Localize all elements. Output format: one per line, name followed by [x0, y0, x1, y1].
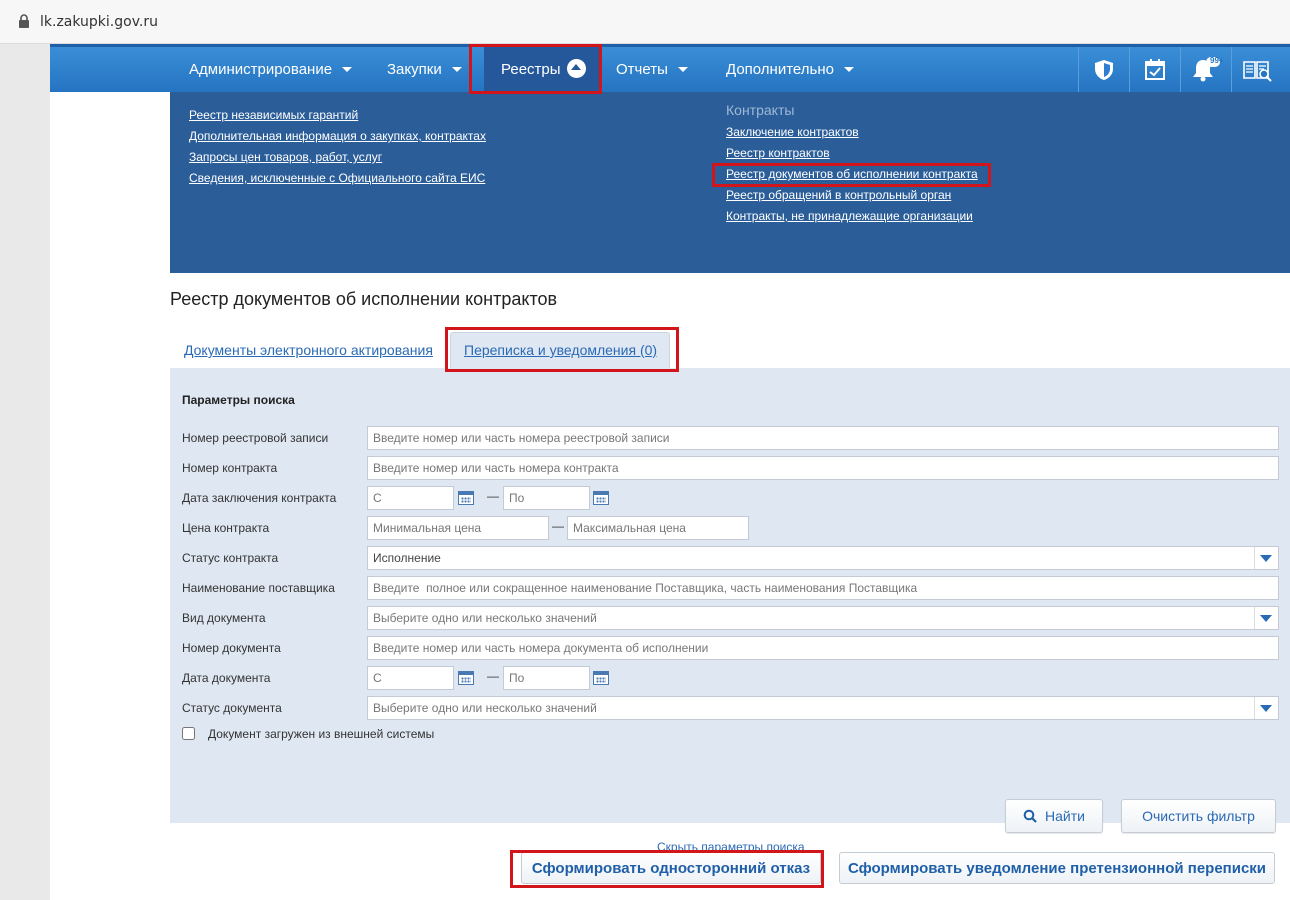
search-panel: Параметры поиска Номер реестровой записи… — [170, 368, 1290, 877]
nav-reports[interactable]: Отчеты — [616, 47, 688, 92]
nav-registries[interactable]: Реестры — [484, 47, 600, 92]
registries-dropdown: Реестр независимых гарантий Дополнительн… — [170, 92, 1290, 273]
search-panel-title: Параметры поиска — [182, 393, 295, 407]
caret-down-icon — [342, 67, 353, 72]
doc-date-label: Дата документа — [182, 671, 271, 685]
page-title: Реестр документов об исполнении контракт… — [170, 289, 558, 309]
find-button[interactable]: Найти — [1005, 799, 1103, 833]
book-search-icon — [1242, 60, 1272, 82]
nav-label: Дополнительно — [726, 61, 834, 78]
calendar-icon[interactable] — [593, 491, 609, 505]
notifications-button[interactable]: 99+ — [1180, 47, 1230, 92]
unilateral-refusal-button[interactable]: Сформировать односторонний отказ — [521, 852, 821, 884]
contract-price-label: Цена контракта — [182, 521, 270, 535]
link-excluded-info[interactable]: Сведения, исключенные с Официального сай… — [189, 171, 485, 185]
contract-date-label: Дата заключения контракта — [182, 491, 337, 505]
range-dash: — — [487, 669, 499, 683]
clear-filter-button[interactable]: Очистить фильтр — [1121, 799, 1276, 833]
clear-filter-label: Очистить фильтр — [1142, 808, 1255, 824]
claim-notification-label: Сформировать уведомление претензионной п… — [847, 859, 1267, 877]
contract-status-value: Исполнение — [373, 551, 441, 565]
min-price-input[interactable] — [367, 516, 549, 540]
caret-down-icon — [451, 67, 462, 72]
nav-label: Закупки — [387, 61, 442, 78]
doc-date-to-input[interactable] — [503, 666, 590, 690]
chevron-up-circle-icon — [566, 59, 586, 78]
link-conclusion-contracts[interactable]: Заключение контрактов — [726, 125, 859, 139]
caret-down-icon — [677, 67, 688, 72]
browser-address-bar[interactable]: lk.zakupki.gov.ru — [0, 0, 1290, 44]
unilateral-refusal-label: Сформировать односторонний отказ — [531, 859, 811, 877]
chevron-down-icon[interactable] — [1254, 607, 1276, 629]
nav-label: Администрирование — [189, 61, 333, 78]
contract-date-to-input[interactable] — [503, 486, 590, 510]
nav-purchases[interactable]: Закупки — [387, 47, 462, 92]
calendar-icon[interactable] — [593, 671, 609, 685]
chevron-down-icon[interactable] — [1254, 547, 1276, 569]
tab-correspondence[interactable]: Переписка и уведомления (0) — [464, 342, 657, 358]
max-price-input[interactable] — [567, 516, 749, 540]
shield-button[interactable] — [1078, 47, 1128, 92]
link-independent-guarantees[interactable]: Реестр независимых гарантий — [189, 108, 358, 122]
range-dash: — — [487, 489, 499, 503]
contracts-heading: Контракты — [726, 102, 795, 118]
caret-down-icon — [843, 67, 854, 72]
supplier-name-input[interactable] — [367, 576, 1279, 600]
find-button-label: Найти — [1045, 808, 1085, 824]
link-appeals-registry[interactable]: Реестр обращений в контрольный орган — [726, 188, 951, 202]
contract-date-from-input[interactable] — [367, 486, 454, 510]
contract-number-label: Номер контракта — [182, 461, 278, 475]
calendar-check-icon — [1144, 58, 1165, 80]
browser-url[interactable]: lk.zakupki.gov.ru — [40, 14, 158, 30]
doc-type-label: Вид документа — [182, 611, 266, 625]
claim-notification-button[interactable]: Сформировать уведомление претензионной п… — [839, 852, 1275, 884]
link-additional-info[interactable]: Дополнительная информация о закупках, ко… — [189, 129, 486, 143]
supplier-name-label: Наименование поставщика — [182, 581, 335, 595]
notification-badge: 99+ — [1210, 56, 1224, 65]
doc-status-label: Статус документа — [182, 701, 282, 715]
shield-icon — [1094, 59, 1113, 80]
top-navbar: Администрирование Закупки Реестры Отчеты… — [50, 44, 1290, 92]
doc-number-input[interactable] — [367, 636, 1279, 660]
link-contract-registry[interactable]: Реестр контрактов — [726, 146, 830, 160]
contract-status-select[interactable]: Исполнение — [367, 546, 1279, 570]
range-dash: — — [552, 519, 564, 533]
nav-label: Реестры — [501, 61, 561, 78]
link-foreign-contracts[interactable]: Контракты, не принадлежащие организации — [726, 209, 973, 223]
doc-status-select[interactable] — [367, 696, 1279, 720]
nav-administration[interactable]: Администрирование — [189, 47, 353, 92]
doc-date-from-input[interactable] — [367, 666, 454, 690]
registry-number-label: Номер реестровой записи — [182, 431, 329, 445]
nav-additional[interactable]: Дополнительно — [726, 47, 854, 92]
link-execution-documents-registry[interactable]: Реестр документов об исполнении контракт… — [726, 167, 978, 181]
calendar-button[interactable] — [1129, 47, 1179, 92]
contract-status-label: Статус контракта — [182, 551, 279, 565]
search-icon — [1023, 809, 1037, 823]
external-system-label: Документ загружен из внешней системы — [208, 727, 435, 741]
registry-number-input[interactable] — [367, 426, 1279, 450]
tab-electronic-acts[interactable]: Документы электронного актирования — [184, 342, 433, 358]
page: Администрирование Закупки Реестры Отчеты… — [50, 44, 1290, 900]
lock-icon — [19, 14, 29, 28]
doc-number-label: Номер документа — [182, 641, 281, 655]
book-search-button[interactable] — [1231, 47, 1281, 92]
link-price-requests[interactable]: Запросы цен товаров, работ, услуг — [189, 150, 382, 164]
external-system-checkbox[interactable] — [182, 727, 195, 740]
doc-type-select[interactable] — [367, 606, 1279, 630]
calendar-icon[interactable] — [458, 491, 474, 505]
nav-label: Отчеты — [616, 61, 668, 78]
contract-number-input[interactable] — [367, 456, 1279, 480]
calendar-icon[interactable] — [458, 671, 474, 685]
chevron-down-icon[interactable] — [1254, 697, 1276, 719]
